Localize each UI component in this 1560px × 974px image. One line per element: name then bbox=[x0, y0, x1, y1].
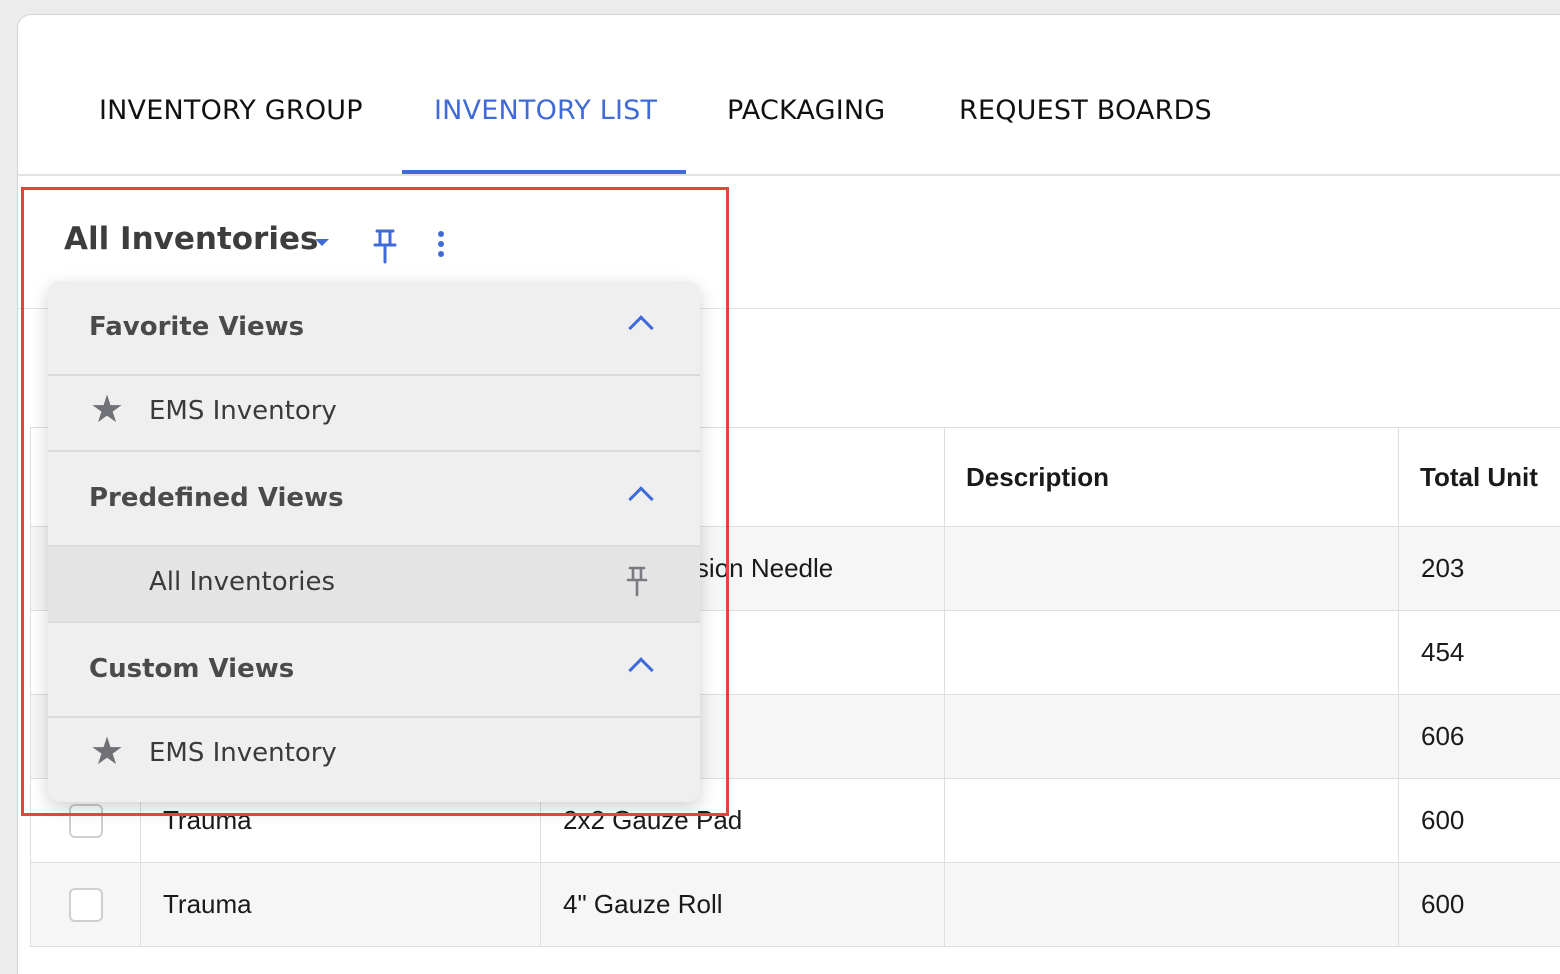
more-vertical-icon[interactable] bbox=[434, 231, 448, 261]
predefined-views-header[interactable]: Predefined Views bbox=[48, 452, 700, 547]
row-checkbox[interactable] bbox=[69, 887, 103, 922]
view-item-label: All Inventories bbox=[149, 567, 336, 597]
row-description bbox=[944, 862, 1399, 947]
row-category: Trauma bbox=[140, 862, 541, 947]
custom-views-header[interactable]: Custom Views bbox=[48, 623, 700, 718]
row-total-units: 600 bbox=[1398, 778, 1560, 863]
row-description bbox=[944, 526, 1399, 611]
chevron-up-icon[interactable] bbox=[628, 315, 654, 341]
view-item-ems-inventory-custom[interactable]: ★ EMS Inventory bbox=[48, 718, 700, 794]
favorite-views-header[interactable]: Favorite Views bbox=[48, 281, 700, 376]
column-header-total-units[interactable]: Total Unit bbox=[1398, 427, 1560, 527]
active-tab-indicator bbox=[402, 170, 686, 174]
row-description bbox=[944, 778, 1399, 863]
star-icon[interactable]: ★ bbox=[90, 390, 124, 428]
row-total-units: 203 bbox=[1398, 526, 1560, 611]
current-view-title[interactable]: All Inventories bbox=[64, 221, 318, 257]
row-total-units: 600 bbox=[1398, 862, 1560, 947]
row-name: 4" Gauze Roll bbox=[540, 862, 945, 947]
table-row[interactable]: Trauma 4" Gauze Roll 600 bbox=[30, 862, 1560, 947]
view-item-all-inventories[interactable]: All Inventories bbox=[48, 547, 700, 623]
section-title: Custom Views bbox=[89, 654, 295, 684]
row-total-units: 454 bbox=[1398, 610, 1560, 695]
row-description bbox=[944, 694, 1399, 779]
view-item-label: EMS Inventory bbox=[149, 738, 337, 768]
pin-icon[interactable] bbox=[372, 228, 398, 264]
star-icon[interactable]: ★ bbox=[90, 732, 124, 770]
pin-icon[interactable] bbox=[626, 565, 648, 597]
tab-inventory-list[interactable]: INVENTORY LIST bbox=[434, 95, 657, 126]
view-item-label: EMS Inventory bbox=[149, 396, 337, 426]
section-title: Predefined Views bbox=[89, 483, 344, 513]
row-total-units: 606 bbox=[1398, 694, 1560, 779]
view-item-ems-inventory-favorite[interactable]: ★ EMS Inventory bbox=[48, 376, 700, 452]
row-checkbox[interactable] bbox=[69, 803, 103, 838]
view-selector-dropdown: Favorite Views ★ EMS Inventory Predefine… bbox=[48, 281, 700, 802]
column-header-description[interactable]: Description bbox=[944, 427, 1399, 527]
tab-packaging[interactable]: PACKAGING bbox=[727, 95, 885, 126]
chevron-up-icon[interactable] bbox=[628, 657, 654, 683]
tab-request-boards[interactable]: REQUEST BOARDS bbox=[959, 95, 1212, 126]
section-title: Favorite Views bbox=[89, 312, 305, 342]
chevron-up-icon[interactable] bbox=[628, 486, 654, 512]
caret-down-icon[interactable] bbox=[315, 239, 329, 246]
tab-bar: INVENTORY GROUP INVENTORY LIST PACKAGING… bbox=[18, 15, 1560, 176]
row-description bbox=[944, 610, 1399, 695]
tab-inventory-group[interactable]: INVENTORY GROUP bbox=[99, 95, 363, 126]
